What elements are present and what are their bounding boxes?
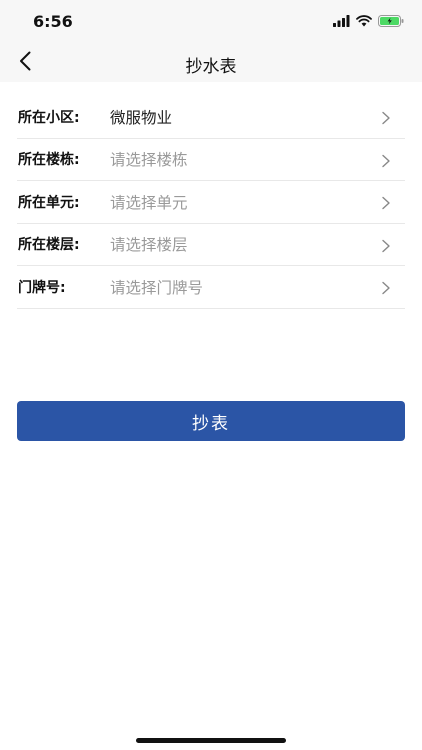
- status-bar: 6:56: [0, 0, 422, 44]
- chevron-right-icon: [381, 280, 391, 295]
- row-label: 所在单元:: [18, 194, 80, 211]
- status-icons: [333, 14, 404, 28]
- row-value: 请选择楼栋: [110, 151, 188, 170]
- row-label: 所在楼层:: [18, 237, 80, 254]
- row-label: 所在小区:: [18, 109, 80, 126]
- chevron-right-icon: [381, 195, 391, 210]
- nav-bar: 抄水表: [0, 44, 422, 82]
- battery-icon: [378, 12, 404, 31]
- status-time: 6:56: [33, 12, 73, 31]
- chevron-right-icon: [381, 153, 391, 167]
- row-value: 请选择楼层: [110, 236, 188, 255]
- row-value: 请选择门牌号: [110, 278, 204, 297]
- home-indicator: [136, 738, 286, 743]
- form-row-community[interactable]: 所在小区: 微服物业: [17, 96, 405, 139]
- row-label: 所在楼栋:: [18, 152, 80, 169]
- row-value: 微服物业: [110, 108, 173, 127]
- read-meter-button[interactable]: 抄表: [17, 401, 405, 441]
- form-row-door-number[interactable]: 门牌号: 请选择门牌号: [17, 266, 405, 309]
- page-title: 抄水表: [185, 57, 237, 77]
- row-value: 请选择单元: [110, 193, 188, 212]
- wifi-icon: [356, 12, 372, 31]
- chevron-right-icon: [381, 110, 391, 125]
- row-label: 门牌号:: [18, 279, 66, 296]
- form-row-floor[interactable]: 所在楼层: 请选择楼层: [17, 224, 405, 266]
- form-row-building[interactable]: 所在楼栋: 请选择楼栋: [17, 139, 405, 181]
- signal-icon: [333, 12, 350, 31]
- meter-reading-form: 所在小区: 微服物业 所在楼栋: 请选择楼栋 所在单元: 请选择单元 所在楼层:…: [17, 96, 405, 309]
- form-row-unit[interactable]: 所在单元: 请选择单元: [17, 181, 405, 224]
- chevron-right-icon: [381, 238, 391, 252]
